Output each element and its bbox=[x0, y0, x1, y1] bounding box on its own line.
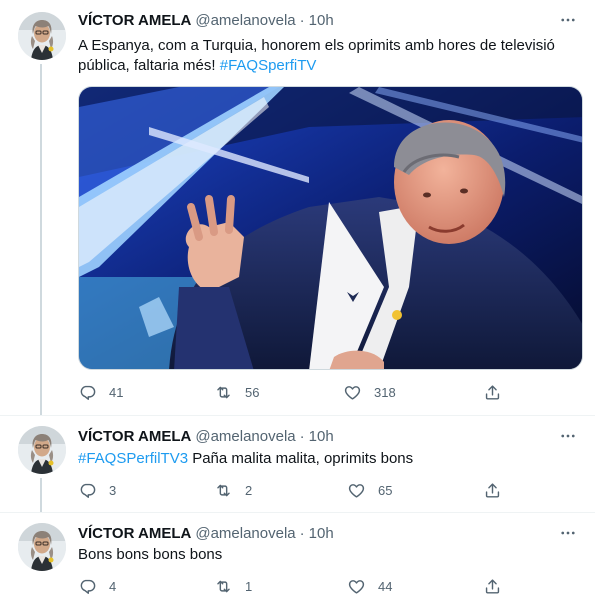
retweet-count: 1 bbox=[245, 578, 253, 594]
thread-line bbox=[40, 64, 42, 415]
timestamp[interactable]: 10h bbox=[309, 428, 334, 445]
timestamp[interactable]: 10h bbox=[309, 525, 334, 542]
more-options-icon bbox=[559, 427, 577, 445]
share-icon bbox=[483, 383, 502, 402]
avatar[interactable] bbox=[18, 523, 66, 571]
timestamp[interactable]: 10h bbox=[309, 12, 334, 29]
hashtag-link[interactable]: #FAQSPerfilTV3 bbox=[78, 450, 188, 467]
reply-icon bbox=[78, 481, 97, 500]
avatar[interactable] bbox=[18, 426, 66, 474]
reply-icon bbox=[78, 577, 97, 596]
reply-count: 41 bbox=[109, 384, 124, 400]
separator-dot: · bbox=[299, 524, 305, 542]
tweet[interactable]: VÍCTOR AMELA @amelanovela · 10h A Espany… bbox=[0, 0, 595, 415]
share-icon bbox=[483, 481, 502, 500]
reply-button[interactable]: 3 bbox=[78, 480, 116, 500]
share-button[interactable] bbox=[483, 480, 502, 500]
tweet-text: #FAQSPerfilTV3 Paña malita malita, oprim… bbox=[78, 449, 583, 469]
tweet-header: VÍCTOR AMELA @amelanovela · 10h bbox=[78, 426, 334, 446]
tweet-actions: 4 1 44 bbox=[78, 576, 518, 596]
more-options-icon bbox=[559, 11, 577, 29]
reply-button[interactable]: 41 bbox=[78, 382, 123, 402]
like-count: 65 bbox=[378, 482, 393, 498]
retweet-icon bbox=[214, 383, 233, 402]
tweet-actions: 41 56 318 bbox=[78, 382, 518, 402]
tv-studio-photo bbox=[79, 87, 582, 369]
thread-line bbox=[40, 478, 42, 512]
like-button[interactable]: 318 bbox=[343, 382, 396, 402]
author-handle[interactable]: @amelanovela bbox=[195, 428, 295, 445]
retweet-count: 56 bbox=[245, 384, 260, 400]
tweet-text-segment: Paña malita malita, oprimits bons bbox=[188, 450, 414, 467]
retweet-button[interactable]: 56 bbox=[214, 382, 259, 402]
tweet-actions: 3 2 65 bbox=[78, 480, 518, 500]
tweet[interactable]: VÍCTOR AMELA @amelanovela · 10h Bons bon… bbox=[0, 513, 595, 607]
tweet-text-segment: pública, faltaria més! bbox=[78, 57, 220, 74]
tweet-header: VÍCTOR AMELA @amelanovela · 10h bbox=[78, 10, 334, 30]
author-handle[interactable]: @amelanovela bbox=[195, 12, 295, 29]
share-button[interactable] bbox=[483, 382, 502, 402]
share-button[interactable] bbox=[483, 576, 502, 596]
more-options-icon bbox=[559, 524, 577, 542]
separator-dot: · bbox=[299, 11, 305, 29]
heart-icon bbox=[347, 577, 366, 596]
more-options-button[interactable] bbox=[557, 426, 579, 446]
reply-button[interactable]: 4 bbox=[78, 576, 116, 596]
heart-icon bbox=[343, 383, 362, 402]
tweet-text-line: A Espanya, com a Turquia, honorem els op… bbox=[78, 37, 555, 54]
hashtag-link[interactable]: #FAQSperfiTV bbox=[220, 57, 317, 74]
tweet-header: VÍCTOR AMELA @amelanovela · 10h bbox=[78, 523, 334, 543]
tweet-text: Bons bons bons bons bbox=[78, 546, 223, 563]
like-button[interactable]: 44 bbox=[347, 576, 392, 596]
tweet-image[interactable] bbox=[78, 86, 583, 370]
share-icon bbox=[483, 577, 502, 596]
reply-count: 4 bbox=[109, 578, 117, 594]
author-name[interactable]: VÍCTOR AMELA bbox=[78, 525, 191, 542]
author-name[interactable]: VÍCTOR AMELA bbox=[78, 428, 191, 445]
like-count: 44 bbox=[378, 578, 393, 594]
retweet-count: 2 bbox=[245, 482, 253, 498]
reply-count: 3 bbox=[109, 482, 117, 498]
more-options-button[interactable] bbox=[557, 523, 579, 543]
avatar[interactable] bbox=[18, 12, 66, 60]
more-options-button[interactable] bbox=[557, 10, 579, 30]
retweet-button[interactable]: 2 bbox=[214, 480, 252, 500]
heart-icon bbox=[347, 481, 366, 500]
author-name[interactable]: VÍCTOR AMELA bbox=[78, 12, 191, 29]
like-count: 318 bbox=[374, 384, 396, 400]
tweet-text: A Espanya, com a Turquia, honorem els op… bbox=[78, 36, 583, 76]
separator-dot: · bbox=[299, 427, 305, 445]
reply-icon bbox=[78, 383, 97, 402]
tweet-text-line: pública, faltaria més! #FAQSperfiTV bbox=[78, 56, 583, 76]
author-handle[interactable]: @amelanovela bbox=[195, 525, 295, 542]
like-button[interactable]: 65 bbox=[347, 480, 392, 500]
retweet-icon bbox=[214, 577, 233, 596]
retweet-icon bbox=[214, 481, 233, 500]
tweet[interactable]: VÍCTOR AMELA @amelanovela · 10h #FAQSPer… bbox=[0, 416, 595, 512]
retweet-button[interactable]: 1 bbox=[214, 576, 252, 596]
